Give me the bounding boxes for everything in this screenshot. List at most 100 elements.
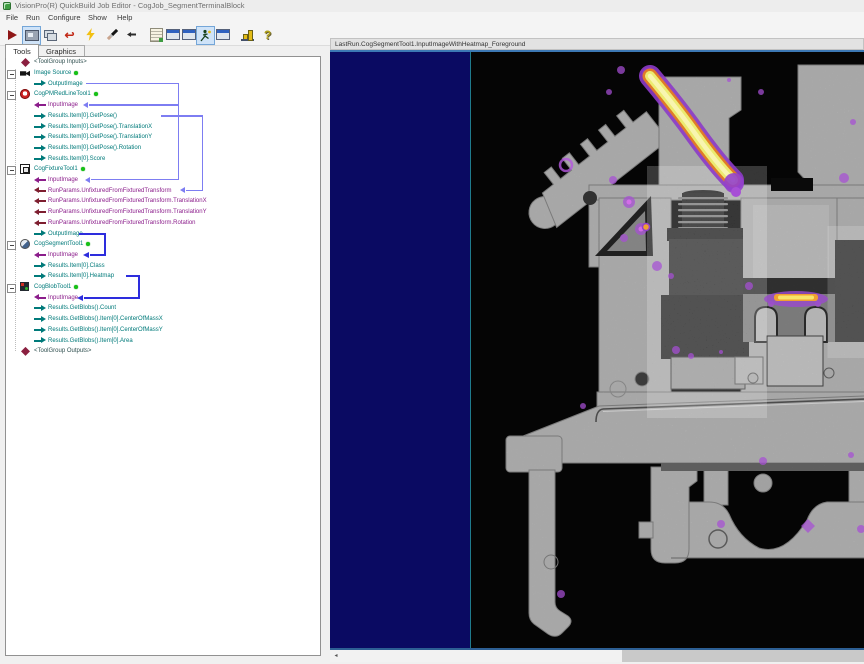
scrollbar-thumb[interactable]	[622, 650, 864, 662]
tree-terminal-inputimage[interactable]: InputImage	[6, 250, 78, 261]
tree-terminal-outputimage[interactable]: OutputImage	[6, 78, 83, 89]
collapse-box[interactable]	[7, 241, 16, 250]
tree-terminal-translationy[interactable]: Results.Item[0].GetPose().TranslationY	[6, 132, 152, 143]
output-arrow-icon	[34, 316, 46, 323]
menu-show[interactable]: Show	[88, 13, 107, 22]
connector-line	[86, 83, 178, 84]
tree-terminal-unfixtured-transform[interactable]: RunParams.UnfixturedFromFixturedTransfor…	[6, 185, 171, 196]
output-arrow-icon	[34, 123, 46, 130]
connector-line	[178, 83, 179, 180]
tree-item-cogblobtool1[interactable]: CogBlobTool1	[6, 282, 78, 293]
collapse-box[interactable]	[7, 91, 16, 100]
tree-terminal-transform-translationx[interactable]: RunParams.UnfixturedFromFixturedTransfor…	[6, 196, 207, 207]
tab-tools[interactable]: Tools	[5, 44, 39, 58]
tree-terminal-inputimage[interactable]: InputImage	[6, 175, 78, 186]
window-title: VisionPro(R) QuickBuild Job Editor - Cog…	[15, 1, 245, 10]
image-viewer[interactable]	[330, 52, 864, 648]
tree-terminal-centerofmassy[interactable]: Results.GetBlobs().Item[0].CenterOfMassY	[6, 325, 163, 336]
tree-terminal-class[interactable]: Results.Item[0].Class	[6, 260, 105, 271]
connector-arrow-icon	[83, 252, 89, 258]
reset-job-button[interactable]: ↩	[61, 26, 78, 43]
chart-posture-button[interactable]	[239, 26, 256, 43]
graphics-brush-button[interactable]	[104, 26, 121, 43]
tree-terminal-inputimage[interactable]: InputImage	[6, 100, 78, 111]
menu-configure[interactable]: Configure	[48, 13, 81, 22]
display-window-button[interactable]	[214, 26, 231, 43]
output-arrow-icon	[34, 230, 46, 237]
scroll-left-arrow-icon[interactable]: ◂	[330, 650, 342, 662]
output-arrow-icon	[34, 337, 46, 344]
menu-file[interactable]: File	[6, 13, 18, 22]
tree-item-toolgroup-outputs[interactable]: <ToolGroup Outputs>	[6, 346, 91, 357]
tree-terminal-blob-area[interactable]: Results.GetBlobs().Item[0].Area	[6, 335, 133, 346]
tree-item-cogpmredlinetool1[interactable]: CogPMRedLineTool1	[6, 89, 98, 100]
menu-run[interactable]: Run	[26, 13, 40, 22]
modified-star	[74, 285, 78, 289]
display-caption: LastRun.CogSegmentTool1.InputImageWithHe…	[335, 41, 525, 48]
tree-terminal-transform-translationy[interactable]: RunParams.UnfixturedFromFixturedTransfor…	[6, 207, 207, 218]
help-button[interactable]: ?	[259, 26, 276, 43]
question-mark-icon: ?	[264, 28, 271, 42]
param-arrow-icon	[34, 220, 46, 227]
segment-tool-icon	[20, 239, 30, 249]
collapse-box[interactable]	[7, 166, 16, 175]
image-window-button[interactable]	[180, 26, 197, 43]
connector-line	[161, 115, 202, 116]
small-arrow-icon	[127, 32, 136, 37]
undo-arrow-icon: ↩	[64, 29, 74, 41]
output-arrow-icon	[34, 155, 46, 162]
window-icon	[166, 29, 180, 40]
connector-line-thick	[104, 233, 106, 256]
tree-terminal-rotation[interactable]: Results.Item[0].GetPose().Rotation	[6, 143, 141, 154]
display-caption-bar: LastRun.CogSegmentTool1.InputImageWithHe…	[330, 38, 864, 50]
collapse-box[interactable]	[7, 70, 16, 79]
tree-terminal-centerofmassx[interactable]: Results.GetBlobs().Item[0].CenterOfMassX	[6, 314, 163, 325]
connector-arrow-icon	[180, 187, 185, 193]
connector-line-thick	[79, 233, 106, 235]
horizontal-scrollbar[interactable]: ◂	[330, 650, 864, 662]
power-button[interactable]	[82, 26, 99, 43]
lightning-icon	[85, 28, 96, 41]
job-notes-button[interactable]	[148, 26, 165, 43]
pointer-button[interactable]	[123, 26, 140, 43]
tree-terminal-getpose[interactable]: Results.Item[0].GetPose()	[6, 111, 117, 122]
tree-terminal-heatmap[interactable]: Results.Item[0].Heatmap	[6, 271, 114, 282]
output-arrow-icon	[34, 113, 46, 120]
menu-help[interactable]: Help	[117, 13, 132, 22]
tree-item-image-source[interactable]: Image Source	[6, 68, 78, 79]
connector-arrow-icon	[85, 177, 90, 183]
live-display-button[interactable]	[22, 26, 41, 45]
toolgroup-icon	[21, 347, 30, 356]
title-bar[interactable]: VisionPro(R) QuickBuild Job Editor - Cog…	[0, 0, 864, 12]
tree-terminal-outputimage[interactable]: OutputImage	[6, 228, 83, 239]
bar-chart-icon	[241, 29, 254, 41]
heatmap-image[interactable]	[470, 52, 864, 648]
tree-terminal-transform-rotation[interactable]: RunParams.UnfixturedFromFixturedTransfor…	[6, 218, 196, 229]
output-arrow-icon	[34, 305, 46, 312]
tree-terminal-inputimage[interactable]: InputImage	[6, 292, 78, 303]
toolgroup-icon	[21, 58, 30, 67]
quickbuild-job-editor-window: VisionPro(R) QuickBuild Job Editor - Cog…	[0, 0, 864, 664]
pmalign-tool-icon	[20, 89, 30, 99]
tree-terminal-score[interactable]: Results.Item[0].Score	[6, 153, 105, 164]
running-man-icon	[199, 29, 212, 42]
tree-item-cogfixturetool1[interactable]: CogFixtureTool1	[6, 164, 85, 175]
window-icon	[216, 29, 230, 40]
tree-item-toolgroup-inputs[interactable]: <ToolGroup Inputs>	[6, 57, 87, 68]
blob-tool-icon	[20, 282, 29, 291]
source-window-button[interactable]	[164, 26, 181, 43]
tree-terminal-blob-count[interactable]: Results.GetBlobs().Count	[6, 303, 116, 314]
connector-line-thick	[84, 297, 140, 299]
run-tools-button[interactable]	[196, 26, 215, 45]
connector-line	[89, 104, 178, 105]
tree-item-cogsegmenttool1[interactable]: CogSegmentTool1	[6, 239, 90, 250]
image-display-panel: LastRun.CogSegmentTool1.InputImageWithHe…	[330, 38, 864, 664]
param-arrow-icon	[34, 187, 46, 194]
notepad-icon	[150, 28, 163, 42]
tree-terminal-translationx[interactable]: Results.Item[0].GetPose().TranslationX	[6, 121, 152, 132]
run-job-button[interactable]	[4, 26, 21, 43]
modified-star	[81, 167, 85, 171]
copy-display-button[interactable]	[41, 26, 58, 43]
collapse-box[interactable]	[7, 284, 16, 293]
modified-star	[86, 242, 90, 246]
